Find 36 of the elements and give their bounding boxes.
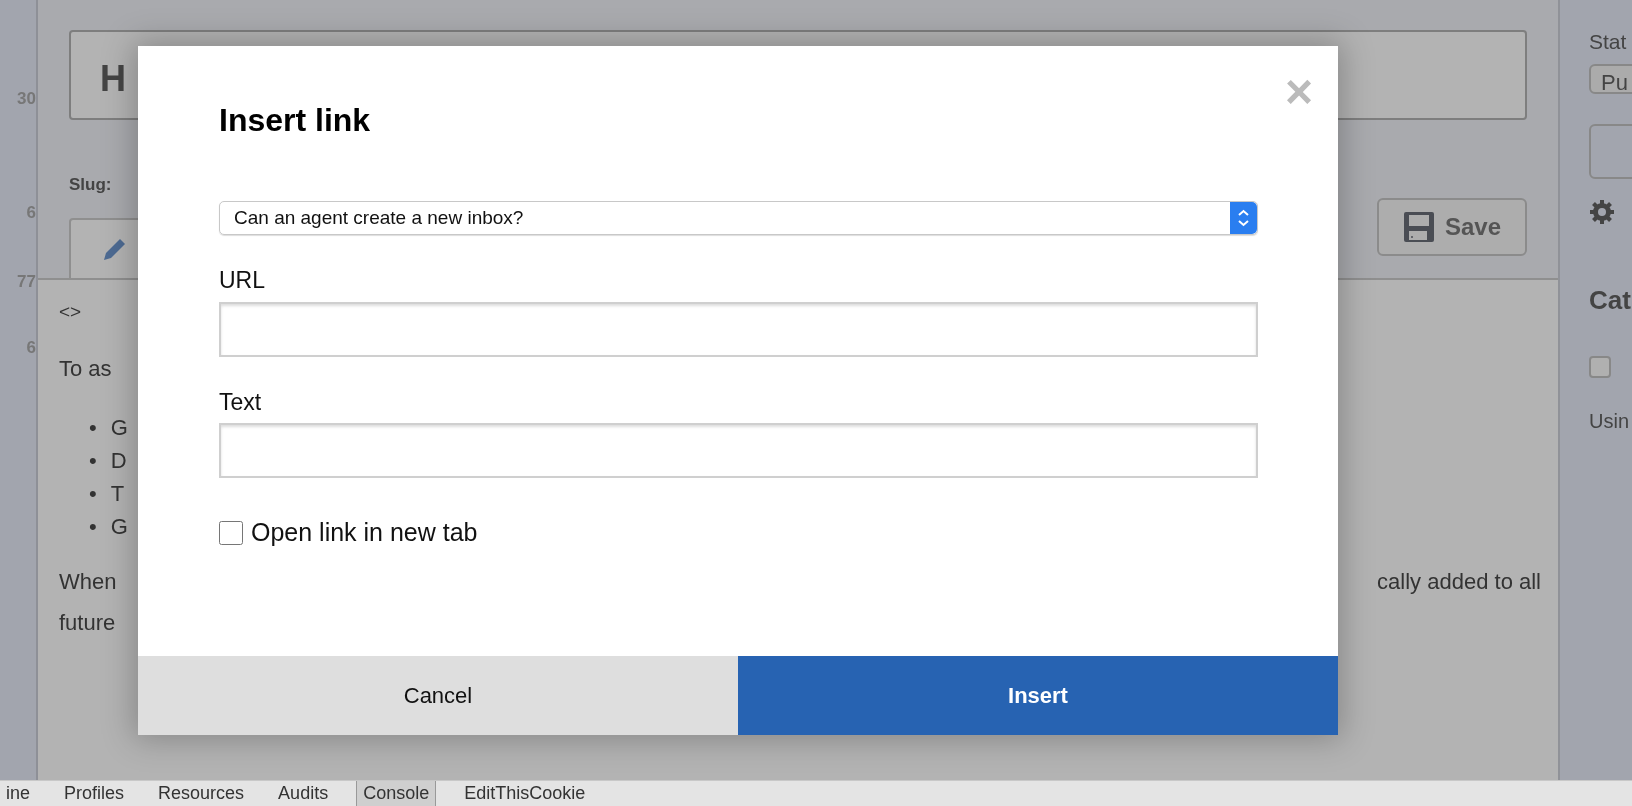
field-label: Text: [219, 387, 262, 417]
bullet-marker: •: [89, 414, 97, 442]
status-select[interactable]: Pu: [1589, 63, 1632, 94]
cancel-button[interactable]: Cancel: [138, 656, 738, 735]
label-text: Usin: [1589, 408, 1630, 434]
bullet-marker: •: [89, 480, 97, 508]
devtools-tab[interactable]: Resources: [152, 781, 251, 806]
list-item: G: [110, 513, 128, 541]
chevron-icon: [1230, 202, 1257, 235]
checkbox-label: Open link in new tab: [251, 517, 478, 549]
slug-label: Slug:: [69, 175, 112, 194]
devtools-tab[interactable]: Console: [356, 781, 437, 806]
paragraph-text: When: [59, 568, 117, 596]
paragraph-text: cally added to all: [1377, 568, 1541, 596]
status-label: Stat: [1589, 29, 1628, 55]
list-item: D: [110, 447, 127, 475]
bullet-marker: •: [89, 447, 97, 475]
devtools-tab[interactable]: Profiles: [58, 781, 131, 806]
input-field[interactable]: [219, 423, 1258, 479]
gear-icon[interactable]: [1589, 198, 1615, 225]
paragraph-text: To as: [59, 355, 113, 383]
bullet-marker: •: [89, 513, 97, 541]
modal-title: Insert link: [219, 101, 372, 140]
paragraph-text: future: [59, 609, 117, 637]
section-heading: Cat: [1589, 283, 1632, 317]
input-field[interactable]: [219, 301, 1258, 357]
checkbox[interactable]: [1589, 355, 1611, 378]
checkbox[interactable]: [219, 521, 243, 546]
devtools-tab[interactable]: Audits: [272, 781, 335, 806]
list-item: G: [110, 414, 128, 442]
article-select[interactable]: Can an agent create a new inbox?: [219, 201, 1258, 236]
list-item: T: [110, 480, 125, 508]
insert-button[interactable]: Insert: [738, 656, 1338, 735]
devtools-tab[interactable]: EditThisCookie: [458, 781, 592, 806]
field-label: URL: [219, 266, 265, 296]
devtools-tab[interactable]: ine: [0, 781, 37, 806]
